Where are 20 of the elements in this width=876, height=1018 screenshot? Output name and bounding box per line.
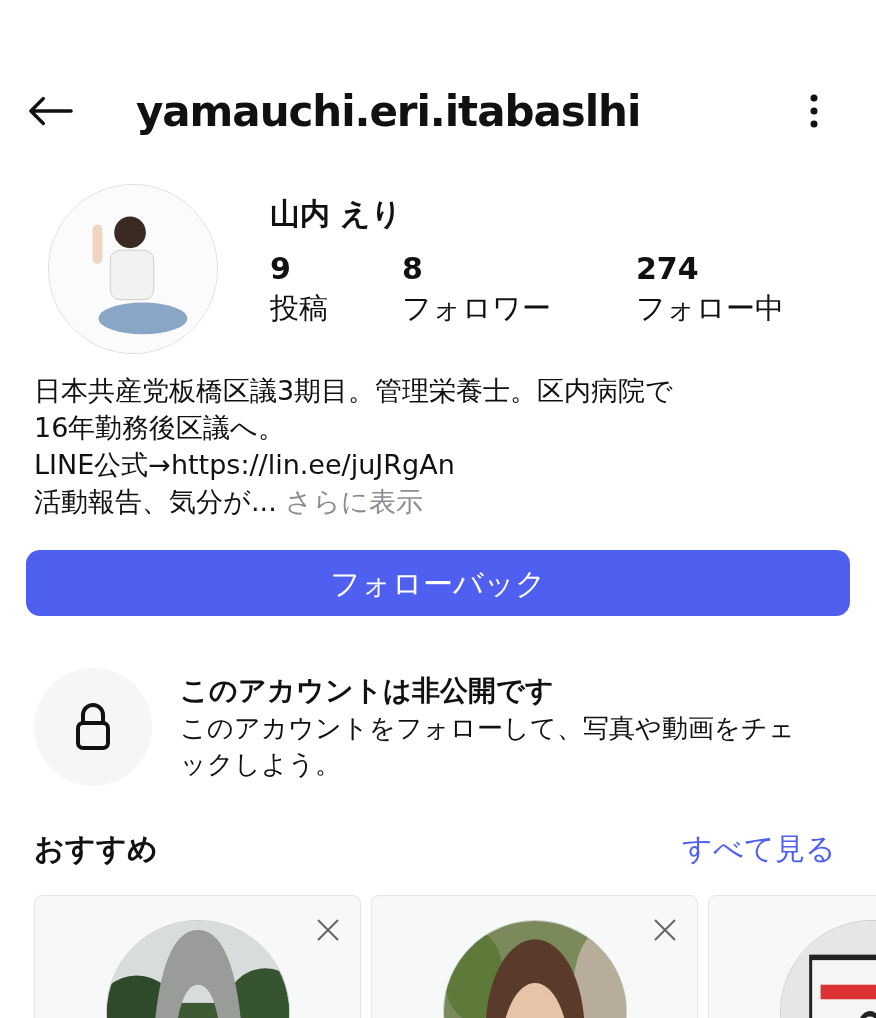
display-name: 山内 えり xyxy=(270,196,404,232)
see-all-link[interactable]: すべて見る xyxy=(682,826,836,871)
private-title: このアカウントは非公開です xyxy=(180,673,555,709)
close-icon[interactable] xyxy=(316,918,340,942)
stat-count: 9 xyxy=(270,252,292,286)
stat-count: 274 xyxy=(636,252,700,286)
suggestions-heading: おすすめ xyxy=(34,830,158,868)
back-arrow-icon[interactable] xyxy=(28,96,74,126)
stat-count: 8 xyxy=(402,252,424,286)
more-options-icon[interactable] xyxy=(810,94,818,128)
stat-label[interactable]: フォロワー xyxy=(402,288,636,328)
lock-icon xyxy=(75,703,111,751)
follow-back-button[interactable]: フォローバック xyxy=(26,550,850,616)
bio-text: 日本共産党板橋区議3期目。管理栄養士。区内病院で 16年勤務後区議へ。 LINE公式→https://lin.ee/juJRgAn 活動報告、気分が... さらに表示 xyxy=(33,374,675,519)
username-title: yamauchi.eri.itabaslhi xyxy=(136,85,641,138)
stat-label[interactable]: フォロー中 xyxy=(636,288,784,328)
private-message: このアカウントをフォローして、写真や動画をチェックしよう。 xyxy=(180,712,796,781)
show-more-link[interactable]: さらに表示 xyxy=(276,486,424,517)
stat-label: 投稿 xyxy=(270,290,329,327)
close-icon[interactable] xyxy=(653,918,677,942)
